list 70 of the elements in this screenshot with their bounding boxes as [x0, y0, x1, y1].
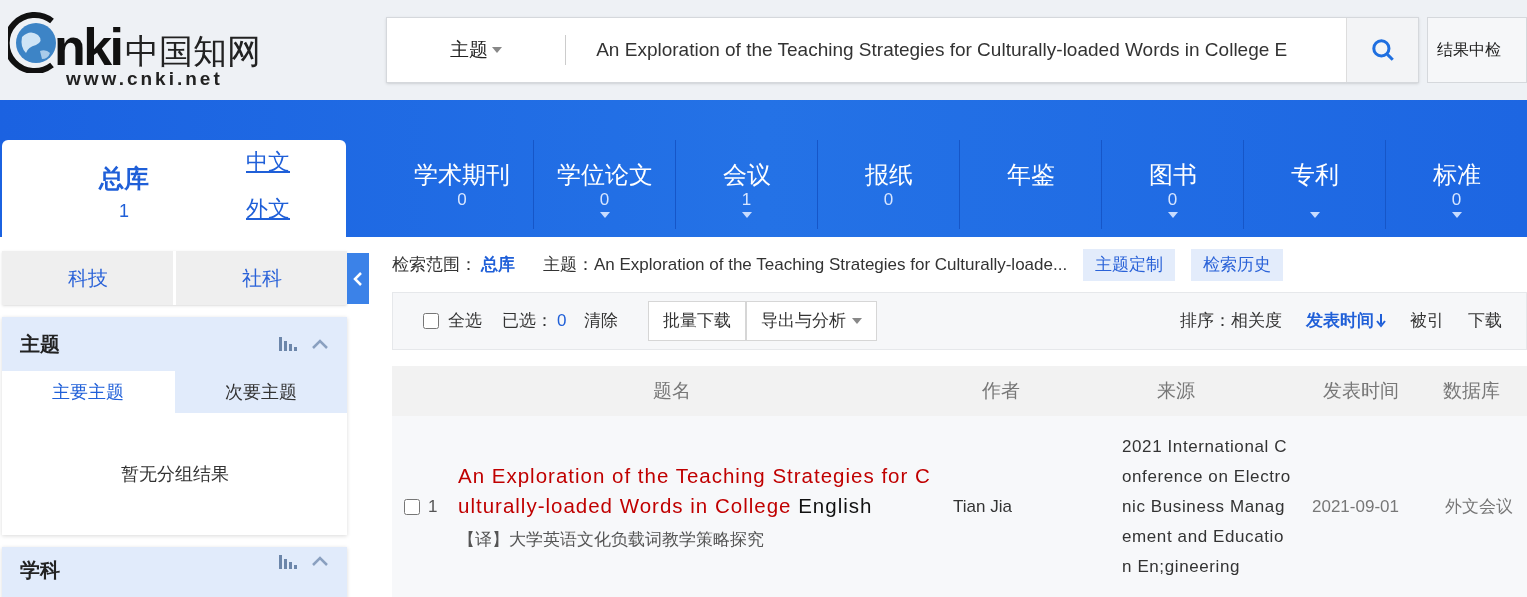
database-tab[interactable]: 报纸 0: [817, 140, 959, 229]
column-header: 作者: [981, 378, 1021, 403]
facet-title: 学科: [20, 558, 60, 583]
column-header: 来源: [1156, 378, 1196, 403]
column-header: 数据库: [1441, 378, 1501, 403]
database-tab[interactable]: 年鉴: [959, 140, 1101, 229]
collapse-icon[interactable]: [311, 555, 329, 567]
collapse-sidebar-button[interactable]: [347, 253, 369, 304]
source-text: 2021 International Conference on Electronic Business Management and Education En;gineering: [1122, 435, 1292, 578]
library-count: 1: [119, 199, 129, 223]
sort-option[interactable]: 相关度: [1231, 308, 1282, 334]
toolbar-button[interactable]: 导出与分析: [746, 301, 878, 341]
database-tab[interactable]: 图书 0: [1101, 140, 1243, 229]
row-index: 1: [428, 495, 439, 518]
select-all-checkbox[interactable]: [423, 313, 439, 329]
caret-icon: [852, 318, 863, 324]
publish-date: 2021-09-01: [1312, 495, 1400, 518]
tab-count: 0: [1167, 190, 1178, 210]
result-title-link[interactable]: An Exploration of the Teaching Strategies for Culturally-loaded Words in College English: [458, 460, 943, 521]
scope-value: 总库: [481, 253, 515, 276]
tab-count: 0: [599, 190, 610, 210]
facet-tab[interactable]: 次要主题: [174, 371, 347, 413]
query-summary: 主题：An Exploration of the Teaching Strategies for Culturally-loade...: [543, 253, 1068, 276]
sort-option[interactable]: 被引: [1410, 308, 1444, 334]
search-field-dropdown[interactable]: 主题: [387, 18, 566, 82]
bar-chart-icon[interactable]: [279, 555, 297, 569]
selected-count: 0: [557, 310, 567, 333]
arrow-down-icon: [1376, 314, 1386, 328]
query-tool-button[interactable]: 主题定制: [1083, 248, 1176, 281]
library-title[interactable]: 总库: [99, 160, 149, 198]
database-tab[interactable]: 学术期刊 0: [391, 140, 533, 229]
category-button[interactable]: 科技: [2, 251, 173, 305]
select-all-label: 全选: [448, 310, 482, 333]
category-button[interactable]: 社科: [176, 251, 347, 305]
empty-message: 暂无分组结果: [120, 462, 229, 486]
language-link[interactable]: 外文: [246, 191, 346, 225]
database-tab[interactable]: 专利: [1243, 140, 1385, 229]
tab-count: 1: [741, 190, 752, 210]
tab-count: 0: [1451, 190, 1462, 210]
column-header: 题名: [651, 378, 692, 403]
column-header: 发表时间: [1322, 378, 1400, 403]
search-in-results-button[interactable]: 结果中检: [1427, 17, 1527, 83]
collapse-icon[interactable]: [311, 338, 329, 350]
selected-label: 已选：: [502, 310, 553, 333]
globe-logo-icon: [8, 11, 58, 73]
caret-icon: [492, 47, 503, 53]
bar-chart-icon[interactable]: [279, 337, 297, 351]
query-tool-button[interactable]: 检索历史: [1191, 248, 1284, 281]
search-field[interactable]: 主题 An Exploration of the Teaching Strategies for Culturally-loaded Words in College E: [386, 17, 1419, 83]
clear-link[interactable]: 清除: [584, 308, 619, 334]
translated-title: 【译】大学英语文化负载词教学策略探究: [458, 528, 765, 551]
database-tab[interactable]: 学位论文 0: [533, 140, 675, 229]
search-button[interactable]: [1346, 18, 1418, 82]
tab-count: 0: [457, 190, 467, 210]
scope-label: 检索范围：: [392, 253, 477, 276]
database-tab[interactable]: 会议 1: [675, 140, 817, 229]
facet-title: 主题: [20, 332, 60, 357]
toolbar-button[interactable]: 批量下载: [648, 301, 747, 341]
row-checkbox[interactable]: [404, 498, 420, 515]
author-link[interactable]: Tian Jia: [953, 493, 1122, 520]
language-link[interactable]: 中文: [246, 144, 346, 178]
sort-option[interactable]: 发表时间: [1306, 308, 1386, 334]
tab-count: 0: [883, 190, 894, 210]
sort-label: 排序：: [1180, 310, 1231, 333]
sort-option[interactable]: 下载: [1468, 308, 1502, 334]
database-tab[interactable]: 标准 0: [1385, 140, 1527, 229]
chevron-left-icon: [353, 270, 363, 287]
database-name: 外文会议: [1445, 495, 1513, 518]
logo-chinese: 中国知网: [125, 30, 262, 72]
search-icon: [1369, 37, 1396, 63]
